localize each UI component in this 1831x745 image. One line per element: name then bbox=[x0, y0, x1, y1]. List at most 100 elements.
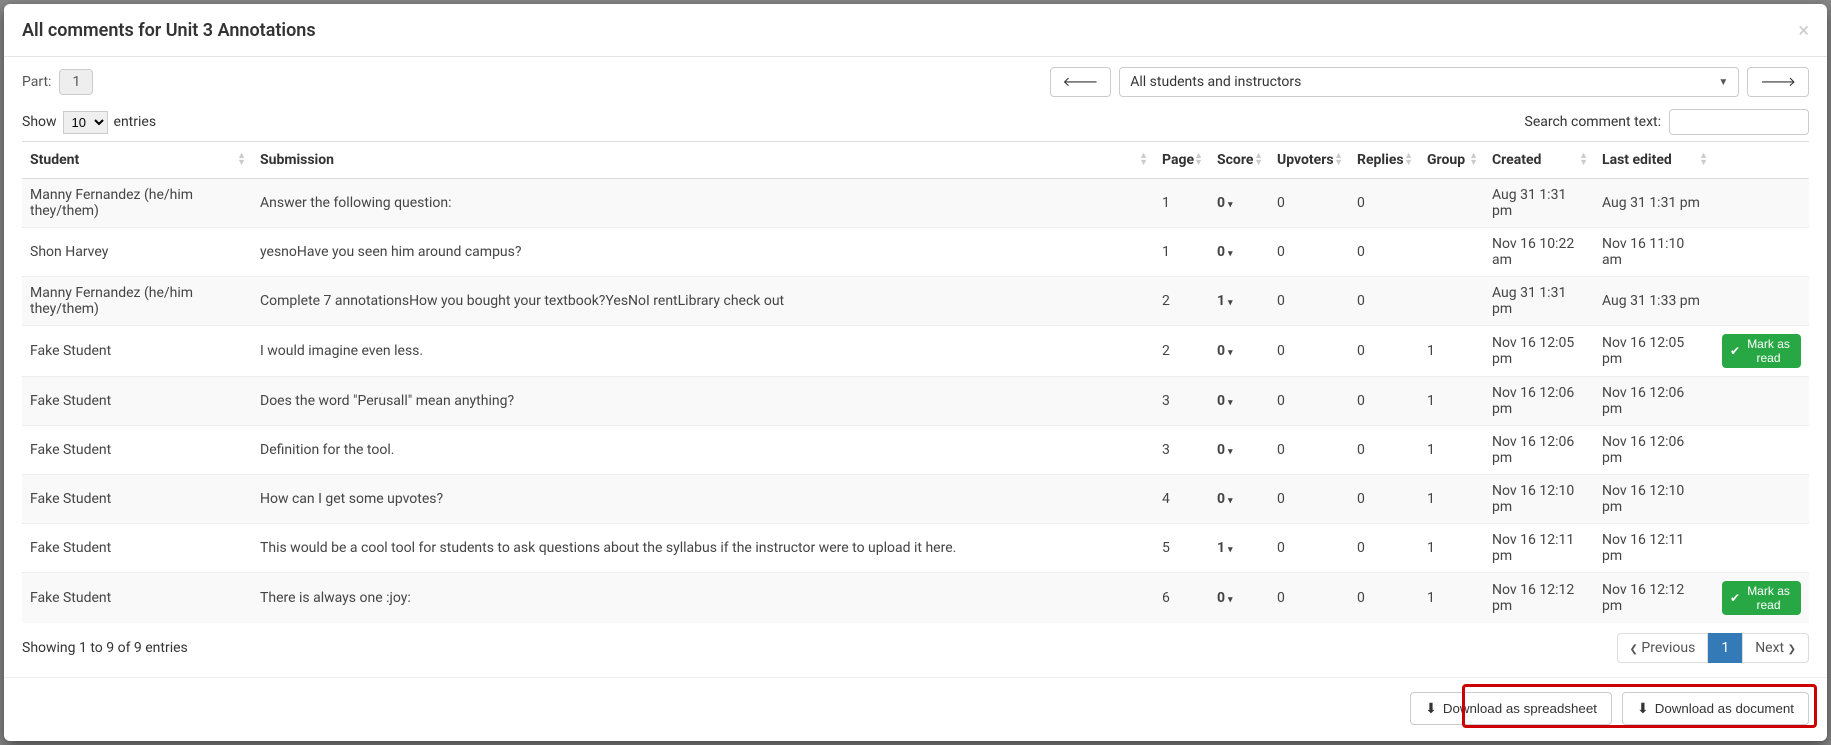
prev-student-button[interactable]: 🡐 bbox=[1050, 67, 1112, 97]
cell-submission: Complete 7 annotationsHow you bought you… bbox=[252, 277, 1154, 326]
caret-down-icon: ▼ bbox=[1718, 77, 1728, 88]
cell-submission: Definition for the tool. bbox=[252, 426, 1154, 475]
cell-page: 5 bbox=[1154, 524, 1209, 573]
caret-down-icon: ▾ bbox=[1228, 496, 1233, 506]
cell-edited: Nov 16 12:06 pm bbox=[1594, 426, 1714, 475]
cell-group bbox=[1419, 228, 1484, 277]
cell-page: 1 bbox=[1154, 228, 1209, 277]
prev-page-button[interactable]: ❮ Previous bbox=[1617, 633, 1709, 663]
download-spreadsheet-button[interactable]: ⬇ Download as spreadsheet bbox=[1410, 692, 1612, 725]
cell-score[interactable]: 1▾ bbox=[1209, 277, 1269, 326]
cell-student: Fake Student bbox=[22, 475, 252, 524]
cell-submission: yesnoHave you seen him around campus? bbox=[252, 228, 1154, 277]
cell-upvoters: 0 bbox=[1269, 573, 1349, 624]
caret-down-icon: ▾ bbox=[1228, 545, 1233, 555]
cell-upvoters: 0 bbox=[1269, 426, 1349, 475]
mark-as-read-button[interactable]: ✔Mark as read bbox=[1722, 581, 1801, 615]
col-upvoters[interactable]: Upvoters▲▼ bbox=[1269, 142, 1349, 179]
col-last-edited[interactable]: Last edited▲▼ bbox=[1594, 142, 1714, 179]
cell-page: 6 bbox=[1154, 573, 1209, 624]
cell-score[interactable]: 1▾ bbox=[1209, 524, 1269, 573]
page-1-button[interactable]: 1 bbox=[1708, 633, 1742, 663]
cell-submission: Does the word "Perusall" mean anything? bbox=[252, 377, 1154, 426]
cell-student: Fake Student bbox=[22, 524, 252, 573]
mark-as-read-button[interactable]: ✔Mark as read bbox=[1722, 334, 1801, 368]
cell-group: 1 bbox=[1419, 326, 1484, 377]
col-group[interactable]: Group▲▼ bbox=[1419, 142, 1484, 179]
part-label: Part: bbox=[22, 74, 51, 90]
search-input[interactable] bbox=[1669, 109, 1809, 135]
cell-student: Fake Student bbox=[22, 426, 252, 475]
cell-score[interactable]: 0▾ bbox=[1209, 326, 1269, 377]
student-filter-select[interactable]: All students and instructors ▼ bbox=[1119, 67, 1739, 97]
next-student-button[interactable]: 🡒 bbox=[1747, 67, 1809, 97]
caret-down-icon: ▾ bbox=[1228, 595, 1233, 605]
table-row: Fake StudentDoes the word "Perusall" mea… bbox=[22, 377, 1809, 426]
cell-page: 4 bbox=[1154, 475, 1209, 524]
top-controls: Part: 1 🡐 All students and instructors ▼… bbox=[4, 57, 1827, 97]
arrow-right-icon: 🡒 bbox=[1760, 74, 1796, 89]
caret-down-icon: ▾ bbox=[1228, 348, 1233, 358]
cell-edited: Nov 16 12:10 pm bbox=[1594, 475, 1714, 524]
cell-created: Nov 16 12:05 pm bbox=[1484, 326, 1594, 377]
caret-down-icon: ▾ bbox=[1228, 249, 1233, 259]
col-page[interactable]: Page▲▼ bbox=[1154, 142, 1209, 179]
pagination: ❮ Previous 1 Next ❯ bbox=[1617, 633, 1809, 663]
cell-edited: Nov 16 12:05 pm bbox=[1594, 326, 1714, 377]
close-icon[interactable]: × bbox=[1798, 18, 1809, 42]
cell-replies: 0 bbox=[1349, 228, 1419, 277]
next-page-button[interactable]: Next ❯ bbox=[1742, 633, 1809, 663]
cell-student: Manny Fernandez (he/him they/them) bbox=[22, 179, 252, 228]
cell-edited: Nov 16 12:06 pm bbox=[1594, 377, 1714, 426]
cell-score[interactable]: 0▾ bbox=[1209, 179, 1269, 228]
cell-actions bbox=[1714, 179, 1809, 228]
cell-submission: This would be a cool tool for students t… bbox=[252, 524, 1154, 573]
part-value[interactable]: 1 bbox=[59, 69, 93, 95]
cell-score[interactable]: 0▾ bbox=[1209, 426, 1269, 475]
cell-upvoters: 0 bbox=[1269, 326, 1349, 377]
col-actions bbox=[1714, 142, 1809, 179]
cell-score[interactable]: 0▾ bbox=[1209, 475, 1269, 524]
cell-replies: 0 bbox=[1349, 377, 1419, 426]
check-icon: ✔ bbox=[1730, 344, 1740, 358]
caret-down-icon: ▾ bbox=[1228, 200, 1233, 210]
cell-student: Shon Harvey bbox=[22, 228, 252, 277]
cell-replies: 0 bbox=[1349, 326, 1419, 377]
cell-score[interactable]: 0▾ bbox=[1209, 377, 1269, 426]
download-document-button[interactable]: ⬇ Download as document bbox=[1622, 692, 1809, 725]
cell-score[interactable]: 0▾ bbox=[1209, 228, 1269, 277]
cell-edited: Nov 16 12:12 pm bbox=[1594, 573, 1714, 624]
cell-student: Manny Fernandez (he/him they/them) bbox=[22, 277, 252, 326]
cell-created: Nov 16 12:06 pm bbox=[1484, 377, 1594, 426]
col-submission[interactable]: Submission▲▼ bbox=[252, 142, 1154, 179]
comments-table: Student▲▼ Submission▲▼ Page▲▼ Score▲▼ Up… bbox=[22, 141, 1809, 623]
check-icon: ✔ bbox=[1730, 591, 1740, 605]
cell-group: 1 bbox=[1419, 426, 1484, 475]
cell-page: 2 bbox=[1154, 326, 1209, 377]
table-row: Fake StudentHow can I get some upvotes?4… bbox=[22, 475, 1809, 524]
col-student[interactable]: Student▲▼ bbox=[22, 142, 252, 179]
cell-edited: Aug 31 1:31 pm bbox=[1594, 179, 1714, 228]
table-row: Manny Fernandez (he/him they/them)Answer… bbox=[22, 179, 1809, 228]
cell-actions bbox=[1714, 426, 1809, 475]
cell-actions bbox=[1714, 277, 1809, 326]
caret-down-icon: ▾ bbox=[1228, 298, 1233, 308]
modal-title: All comments for Unit 3 Annotations bbox=[22, 20, 316, 41]
show-prefix: Show bbox=[22, 114, 57, 130]
cell-submission: I would imagine even less. bbox=[252, 326, 1154, 377]
download-row: ⬇ Download as spreadsheet ⬇ Download as … bbox=[4, 678, 1827, 741]
entries-select[interactable]: 10 bbox=[63, 111, 108, 134]
student-filter-value: All students and instructors bbox=[1130, 74, 1301, 90]
col-score[interactable]: Score▲▼ bbox=[1209, 142, 1269, 179]
cell-created: Aug 31 1:31 pm bbox=[1484, 277, 1594, 326]
cell-replies: 0 bbox=[1349, 179, 1419, 228]
cell-student: Fake Student bbox=[22, 377, 252, 426]
cell-created: Aug 31 1:31 pm bbox=[1484, 179, 1594, 228]
col-created[interactable]: Created▲▼ bbox=[1484, 142, 1594, 179]
col-replies[interactable]: Replies▲▼ bbox=[1349, 142, 1419, 179]
cell-upvoters: 0 bbox=[1269, 277, 1349, 326]
cell-score[interactable]: 0▾ bbox=[1209, 573, 1269, 624]
cell-page: 3 bbox=[1154, 377, 1209, 426]
cell-actions: ✔Mark as read bbox=[1714, 573, 1809, 624]
cell-actions bbox=[1714, 377, 1809, 426]
